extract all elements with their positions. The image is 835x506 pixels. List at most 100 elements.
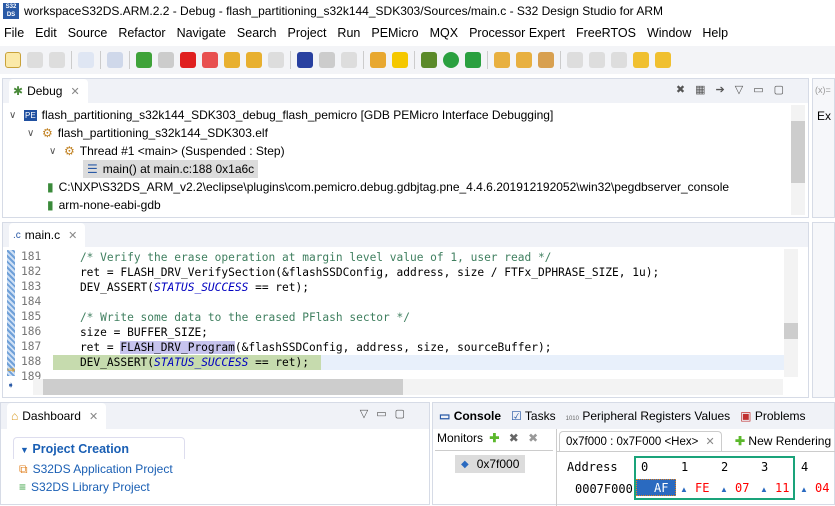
- step-over-icon[interactable]: [246, 52, 262, 68]
- menu-pemicro[interactable]: PEMicro: [371, 26, 418, 40]
- tree-item-gdb[interactable]: ▮ arm-none-eabi-gdb: [47, 196, 161, 214]
- new-lib-project-icon: ≡: [19, 480, 27, 494]
- link-library-project[interactable]: ≡ S32DS Library Project: [19, 478, 150, 496]
- tab-peripheral-registers[interactable]: 1010 Peripheral Registers Values: [566, 409, 731, 423]
- line-number: 181: [21, 250, 42, 263]
- tab-problems[interactable]: ▣ Problems: [740, 409, 805, 423]
- new-rendering-button[interactable]: ✚ New Rendering: [735, 434, 831, 448]
- memory-rendering: 0x7f000 : 0x7F000 <Hex> ✕ ✚ New Renderin…: [556, 429, 835, 506]
- external-tools-icon[interactable]: [465, 52, 481, 68]
- menu-file[interactable]: File: [4, 26, 24, 40]
- memory-cell[interactable]: 04: [815, 481, 829, 495]
- skip-breakpoints-icon[interactable]: [107, 52, 123, 68]
- add-icon: ✚: [735, 434, 746, 448]
- disconnect-icon[interactable]: [202, 52, 218, 68]
- add-monitor-icon[interactable]: ✚: [489, 431, 499, 445]
- use-step-filters-icon[interactable]: [319, 52, 335, 68]
- debug-icon[interactable]: [421, 52, 437, 68]
- menu-help[interactable]: Help: [702, 26, 728, 40]
- suspend-icon[interactable]: [158, 52, 174, 68]
- code-line[interactable]: ret = FLASH_DRV_Program(&flashSSDConfig,…: [53, 340, 551, 355]
- code-line[interactable]: ret = FLASH_DRV_VerifySection(&flashSSDC…: [53, 265, 659, 280]
- current-line-icon: ➧: [7, 380, 15, 390]
- line-number: 182: [21, 265, 42, 278]
- remove-monitor-icon[interactable]: ✖: [509, 431, 519, 445]
- expand-icon: ▼: [20, 445, 29, 455]
- restart-icon[interactable]: [370, 52, 386, 68]
- tab-console[interactable]: ▭ Console: [439, 409, 501, 423]
- menu-edit[interactable]: Edit: [35, 26, 57, 40]
- tab-debug[interactable]: ✱ Debug ✕: [9, 79, 88, 103]
- bug-icon: ✱: [13, 84, 24, 98]
- process-icon: ⚙: [42, 126, 53, 140]
- code-line[interactable]: /* Write some data to the erased PFlash …: [53, 310, 410, 325]
- tree-item-elf[interactable]: ∨ ⚙ flash_partitioning_s32k144_SDK303.elf: [27, 124, 268, 142]
- close-icon[interactable]: ✕: [706, 436, 715, 448]
- prev-annotation-icon[interactable]: [611, 52, 627, 68]
- save-all-icon[interactable]: [49, 52, 65, 68]
- variables-tab[interactable]: (x)=: [815, 85, 831, 95]
- code-line[interactable]: DEV_ASSERT(STATUS_SUCCESS == ret);: [53, 280, 309, 295]
- line-number: 187: [21, 340, 42, 353]
- tree-item-launch[interactable]: ∨ PE flash_partitioning_s32k144_SDK303_deb…: [9, 106, 553, 124]
- menu-processor-expert[interactable]: Processor Expert: [469, 26, 565, 40]
- instruction-stepping-icon[interactable]: [297, 52, 313, 68]
- annotation-icon[interactable]: [567, 52, 583, 68]
- menu-mqx[interactable]: MQX: [430, 26, 458, 40]
- code-line[interactable]: DEV_ASSERT(STATUS_SUCCESS == ret);: [53, 355, 788, 370]
- menu-freertos[interactable]: FreeRTOS: [576, 26, 636, 40]
- menu-window[interactable]: Window: [647, 26, 691, 40]
- app-logo-icon: S32 DS: [3, 3, 19, 19]
- menu-refactor[interactable]: Refactor: [118, 26, 165, 40]
- vertical-scrollbar[interactable]: [791, 105, 805, 215]
- code-line[interactable]: /* Verify the erase operation at margin …: [53, 250, 552, 265]
- view-menu-icons[interactable]: ▽▭▢: [360, 407, 413, 420]
- close-icon[interactable]: ✕: [89, 410, 98, 423]
- tree-item-frame[interactable]: ☰ main() at main.c:188 0x1a6c: [83, 160, 259, 178]
- code-line[interactable]: size = BUFFER_SIZE;: [53, 325, 208, 340]
- binary-icon[interactable]: [78, 52, 94, 68]
- line-number: 185: [21, 310, 42, 323]
- editor-vertical-scrollbar[interactable]: [784, 249, 798, 377]
- link-application-project[interactable]: ⧉ S32DS Application Project: [19, 460, 173, 478]
- resume-icon[interactable]: [136, 52, 152, 68]
- monitor-item[interactable]: ◆ 0x7f000: [455, 455, 525, 473]
- step-into-icon[interactable]: [224, 52, 240, 68]
- terminate-icon[interactable]: [180, 52, 196, 68]
- tab-tasks[interactable]: ☑ Tasks: [511, 409, 556, 423]
- menu-project[interactable]: Project: [288, 26, 327, 40]
- menu-run[interactable]: Run: [337, 26, 360, 40]
- close-icon[interactable]: ✕: [68, 229, 77, 242]
- pen-icon[interactable]: [538, 52, 554, 68]
- step-return-icon[interactable]: [268, 52, 284, 68]
- back-icon[interactable]: [655, 52, 671, 68]
- code-token: == ret);: [248, 281, 309, 294]
- section-project-creation[interactable]: ▼ Project Creation: [13, 437, 185, 459]
- editor-horizontal-scrollbar[interactable]: [33, 379, 783, 395]
- menu-search[interactable]: Search: [237, 26, 277, 40]
- remove-all-monitors-icon[interactable]: ✖: [528, 431, 538, 445]
- tree-item-gdbserver[interactable]: ▮ C:\NXP\S32DS_ARM_v2.2\eclipse\plugins\c…: [47, 178, 729, 196]
- open-folder-icon[interactable]: [516, 52, 532, 68]
- next-annotation-icon[interactable]: [589, 52, 605, 68]
- tab-dashboard[interactable]: ⌂ Dashboard ✕: [7, 403, 107, 429]
- flash-icon[interactable]: [392, 52, 408, 68]
- save-icon[interactable]: [27, 52, 43, 68]
- last-edit-icon[interactable]: [633, 52, 649, 68]
- new-rendering-label: New Rendering: [748, 434, 832, 448]
- tasks-icon: ☑: [511, 409, 522, 423]
- drop-to-frame-icon[interactable]: [341, 52, 357, 68]
- title-bar: S32 DS workspaceS32DS.ARM.2.2 - Debug - f…: [0, 0, 835, 22]
- run-icon[interactable]: [443, 52, 459, 68]
- tab-rendering[interactable]: 0x7f000 : 0x7F000 <Hex> ✕: [559, 431, 722, 451]
- view-menu-icons[interactable]: ✖▦➔▽▭▢: [676, 83, 794, 96]
- menu-navigate[interactable]: Navigate: [177, 26, 226, 40]
- open-project-icon[interactable]: [494, 52, 510, 68]
- close-icon[interactable]: ✕: [70, 85, 79, 98]
- new-icon[interactable]: [5, 52, 21, 68]
- console-process-icon: ▮: [47, 198, 54, 212]
- tab-main-c[interactable]: .c main.c ✕: [9, 223, 86, 247]
- tree-item-thread[interactable]: ∨ ⚙ Thread #1 <main> (Suspended : Step): [49, 142, 285, 160]
- menu-source[interactable]: Source: [68, 26, 108, 40]
- highlight-box: [634, 456, 795, 500]
